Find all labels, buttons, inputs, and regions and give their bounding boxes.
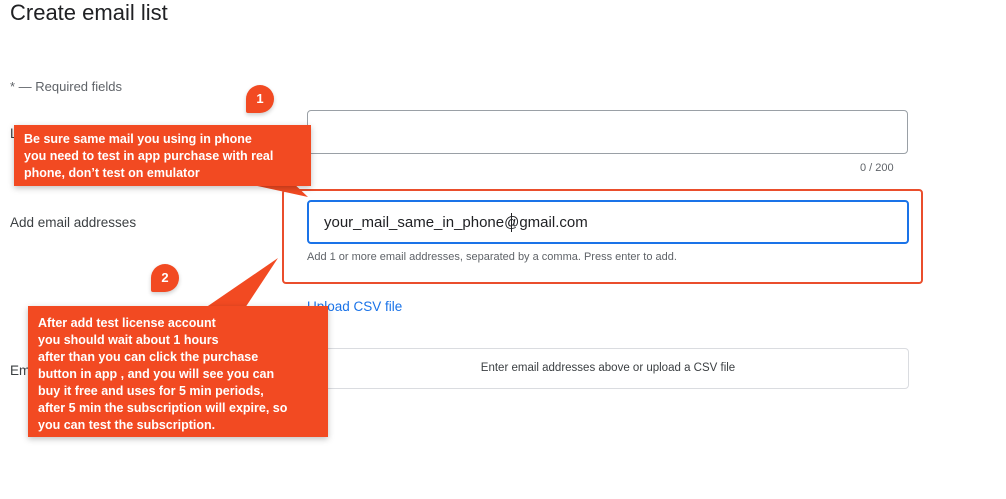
step-badge-1: 1 (246, 85, 274, 113)
callout-2-line: buy it free and uses for 5 min periods, (38, 384, 264, 398)
annotation-callout-1: Be sure same mail you using in phone you… (14, 125, 311, 186)
callout-1-line: you need to test in app purchase with re… (24, 149, 274, 163)
callout-2-line: you can test the subscription. (38, 418, 216, 432)
callout-2-pointer (205, 258, 278, 308)
step-badge-2: 2 (151, 264, 179, 292)
callout-2-line: after than you can click the purchase (38, 350, 259, 364)
callout-1-line: Be sure same mail you using in phone (24, 132, 252, 146)
callout-2-line: After add test license account (38, 316, 216, 330)
callout-1-line: phone, don’t test on emulator (24, 166, 200, 180)
annotation-callout-2: After add test license account you shoul… (28, 306, 328, 437)
callout-2-line: you should wait about 1 hours (38, 333, 219, 347)
callout-2-line: after 5 min the subscription will expire… (38, 401, 288, 415)
callout-2-line: button in app , and you will see you can (38, 367, 275, 381)
